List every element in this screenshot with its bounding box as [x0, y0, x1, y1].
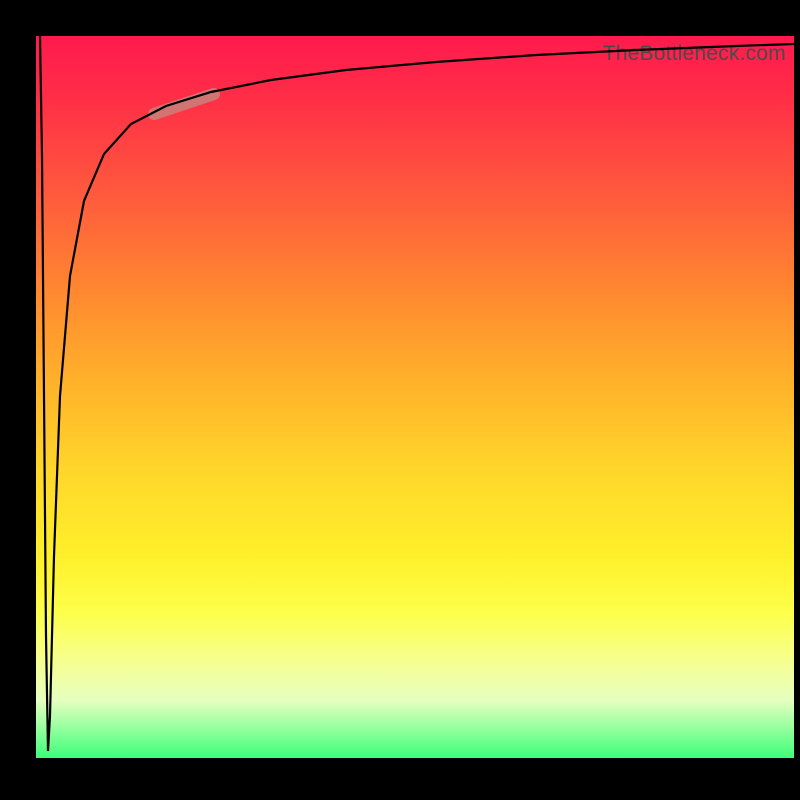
bottleneck-curve-path [40, 36, 794, 751]
chart-frame: TheBottleneck.com [0, 0, 800, 800]
highlight-segment [154, 94, 214, 114]
plot-area: TheBottleneck.com [36, 36, 794, 758]
curve-layer [36, 36, 794, 758]
